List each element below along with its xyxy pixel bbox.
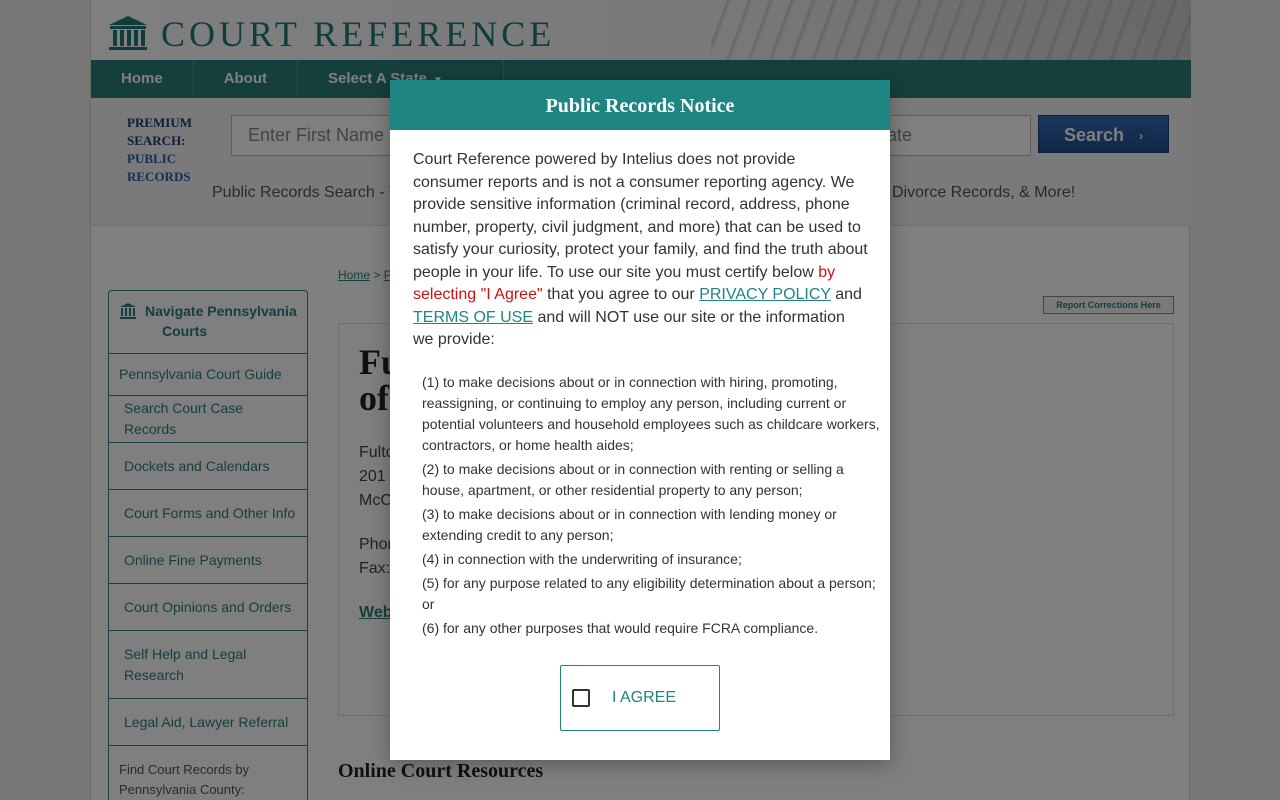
list-item: (6) for any other purposes that would re… — [422, 620, 819, 636]
notice-text-part-1: Court Reference powered by Intelius does… — [413, 151, 868, 281]
i-agree-button[interactable]: I AGREE — [560, 665, 720, 731]
list-item: (4) in connection with the underwriting … — [422, 551, 742, 567]
notice-text-and: and — [830, 286, 862, 303]
list-item: (1) to make decisions about or in connec… — [422, 374, 880, 453]
modal-notice-text: Court Reference powered by Intelius does… — [413, 149, 868, 352]
list-item: (3) to make decisions about or in connec… — [422, 506, 837, 543]
public-records-notice-modal: Public Records Notice Court Reference po… — [390, 80, 890, 760]
list-item: (2) to make decisions about or in connec… — [422, 461, 844, 498]
notice-text-part-2: that you agree to our — [542, 286, 700, 303]
list-item: (5) for any purpose related to any eligi… — [422, 575, 876, 612]
privacy-policy-link[interactable]: PRIVACY POLICY — [699, 286, 831, 303]
i-agree-checkbox[interactable] — [572, 689, 590, 707]
notice-purpose-list: (1) to make decisions about or in connec… — [422, 372, 884, 642]
modal-title: Public Records Notice — [390, 80, 890, 130]
i-agree-label: I AGREE — [612, 689, 677, 706]
terms-of-use-link[interactable]: TERMS OF USE — [413, 309, 533, 326]
